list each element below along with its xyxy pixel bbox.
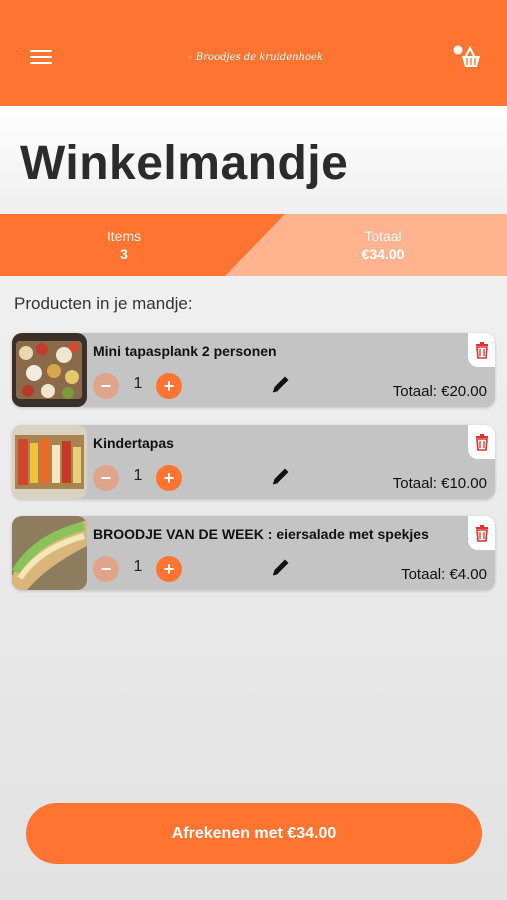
trash-icon[interactable] [468, 425, 495, 459]
quantity-value: 1 [133, 558, 143, 575]
line-total: Totaal: €10.00 [392, 475, 487, 492]
trash-icon[interactable] [468, 333, 495, 367]
increase-quantity-button[interactable]: + [156, 373, 182, 399]
section-label: Producten in je mandje: [14, 294, 193, 313]
logo-text: Broodjes de kruidenhoek [195, 51, 323, 63]
basket-icon[interactable] [452, 44, 482, 70]
line-total: Totaal: €20.00 [392, 383, 487, 400]
product-image-tapasplank [12, 333, 87, 407]
line-total: Totaal: €4.00 [401, 566, 487, 583]
product-image-broodje [12, 516, 87, 590]
cart-total: Totaal €34.00 [303, 228, 463, 262]
decrease-quantity-button[interactable]: − [93, 465, 119, 491]
total-label: Totaal [364, 228, 402, 244]
increase-quantity-button[interactable]: + [156, 465, 182, 491]
cart-item: Kindertapas − 1 + Totaal: €10.00 [12, 425, 495, 499]
decrease-quantity-button[interactable]: − [93, 556, 119, 582]
cart-item: BROODJE VAN DE WEEK : eiersalade met spe… [12, 516, 495, 590]
title-area: Winkelmandje [0, 106, 507, 214]
page-title: Winkelmandje [20, 137, 349, 190]
product-name: Mini tapasplank 2 personen [93, 343, 277, 359]
product-name: BROODJE VAN DE WEEK : eiersalade met spe… [93, 526, 429, 542]
cart-item: Mini tapasplank 2 personen − 1 + Totaal:… [12, 333, 495, 407]
hamburger-menu-icon[interactable] [30, 50, 52, 66]
quantity-value: 1 [133, 467, 143, 484]
trash-icon[interactable] [468, 516, 495, 550]
increase-quantity-button[interactable]: + [156, 556, 182, 582]
brand-logo: Broodjes de kruidenhoek [188, 44, 323, 70]
items-count: Items 3 [44, 228, 204, 262]
bread-logo-icon [188, 56, 192, 59]
pencil-icon[interactable] [270, 465, 292, 487]
pencil-icon[interactable] [270, 556, 292, 578]
quantity-value: 1 [133, 375, 143, 392]
total-value: €34.00 [361, 246, 405, 262]
top-bar: Broodjes de kruidenhoek [0, 0, 507, 106]
product-name: Kindertapas [93, 435, 174, 451]
cart-summary-bar: Items 3 Totaal €34.00 [0, 214, 507, 276]
pencil-icon[interactable] [270, 373, 292, 395]
decrease-quantity-button[interactable]: − [93, 373, 119, 399]
checkout-button[interactable]: Afrekenen met €34.00 [26, 803, 482, 864]
items-value: 3 [120, 246, 128, 262]
product-image-kindertapas [12, 425, 87, 499]
items-label: Items [106, 228, 142, 244]
